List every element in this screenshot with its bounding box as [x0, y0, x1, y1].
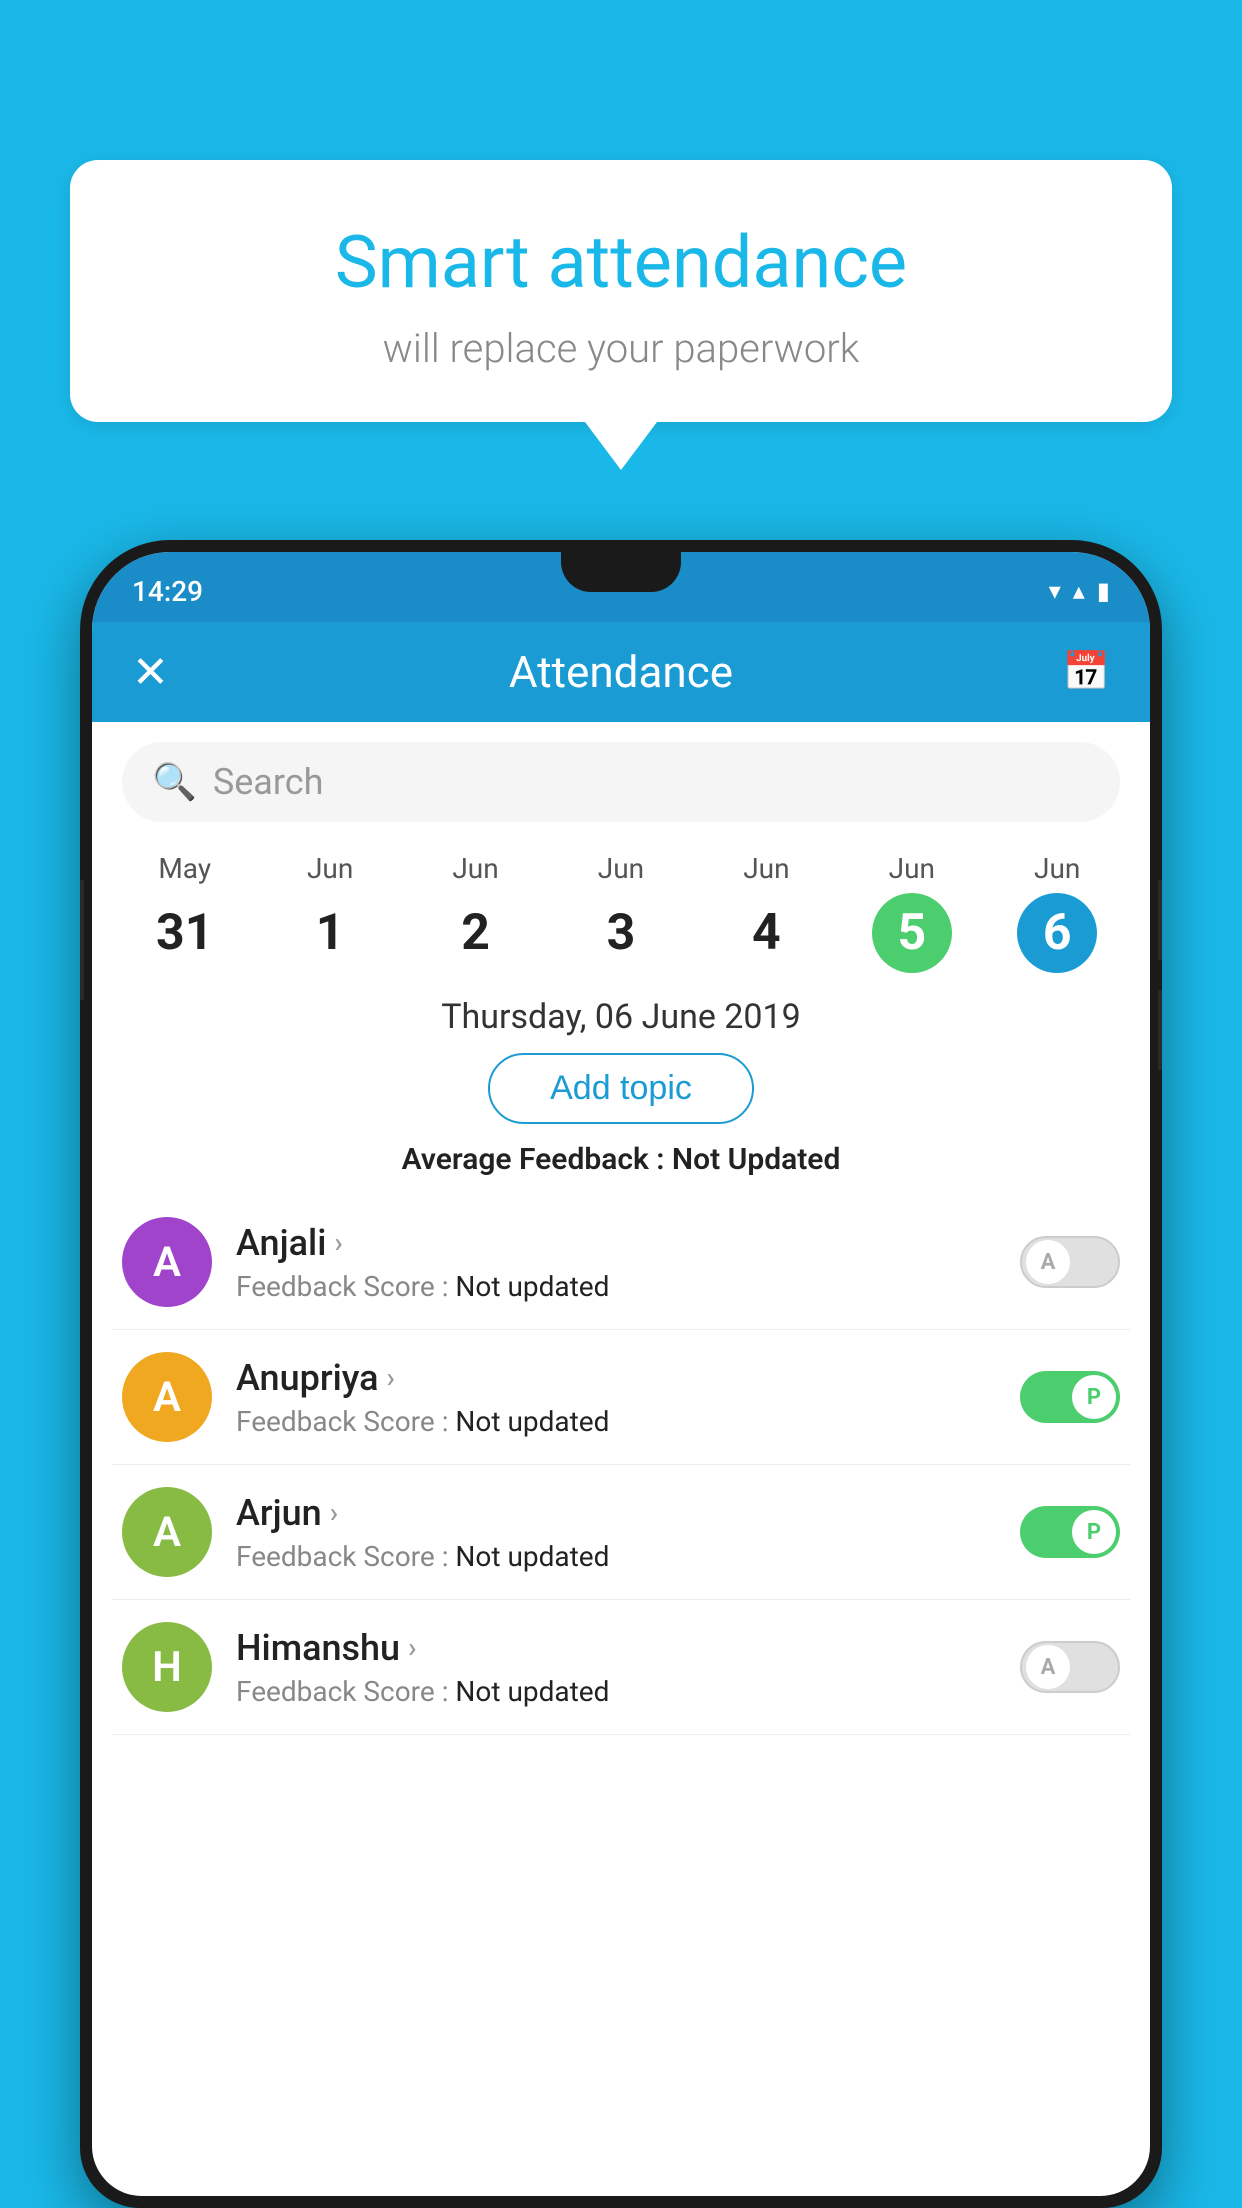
cal-month-2: Jun — [452, 852, 498, 885]
cal-month-0: May — [158, 852, 211, 885]
phone-notch — [561, 552, 681, 592]
close-button[interactable]: ✕ — [132, 646, 169, 698]
status-time: 14:29 — [132, 567, 203, 608]
calendar-row: May 31 Jun 1 Jun 2 Jun 3 Jun 4 Jun 5 Jun 6 — [92, 842, 1150, 973]
cal-date-0: 31 — [145, 893, 225, 973]
phone-frame: 14:29 ▾ ▴ ▮ ✕ Attendance 📅 🔍 Search May 3… — [80, 540, 1162, 2208]
attendance-toggle-arjun[interactable]: P — [1020, 1506, 1120, 1558]
toggle-knob-anupriya: P — [1072, 1375, 1116, 1419]
phone-screen: 14:29 ▾ ▴ ▮ ✕ Attendance 📅 🔍 Search May 3… — [92, 552, 1150, 2196]
attendance-toggle-himanshu[interactable]: A — [1020, 1641, 1120, 1693]
search-icon: 🔍 — [152, 761, 197, 803]
speech-bubble-container: Smart attendance will replace your paper… — [70, 160, 1172, 470]
signal-icon: ▴ — [1073, 577, 1085, 605]
app-header: ✕ Attendance 📅 — [92, 622, 1150, 722]
cal-date-6: 6 — [1017, 893, 1097, 973]
feedback-score: Not updated — [455, 1270, 609, 1303]
feedback-score: Not updated — [455, 1405, 609, 1438]
student-name-arjun: Arjun › — [236, 1492, 996, 1534]
attendance-toggle-anupriya[interactable]: P — [1020, 1371, 1120, 1423]
volume-button — [80, 880, 84, 1000]
student-item-anjali[interactable]: A Anjali › Feedback Score : Not updated A — [112, 1195, 1130, 1330]
cal-month-1: Jun — [307, 852, 353, 885]
battery-icon: ▮ — [1097, 577, 1110, 605]
student-name-anjali: Anjali › — [236, 1222, 996, 1264]
page-title: Attendance — [509, 646, 733, 698]
volume-down-button — [1158, 990, 1162, 1070]
student-list: AAnjali ›Feedback Score : Not updatedAAA… — [92, 1195, 1150, 1735]
student-feedback-anjali: Feedback Score : Not updated — [236, 1270, 996, 1303]
speech-bubble: Smart attendance will replace your paper… — [70, 160, 1172, 422]
cal-month-4: Jun — [743, 852, 789, 885]
speech-bubble-subtitle: will replace your paperwork — [130, 325, 1112, 372]
student-name-himanshu: Himanshu › — [236, 1627, 996, 1669]
calendar-day-4[interactable]: Jun 4 — [726, 852, 806, 973]
power-button — [1158, 880, 1162, 960]
wifi-icon: ▾ — [1049, 577, 1061, 605]
avatar-anjali: A — [122, 1217, 212, 1307]
student-feedback-anupriya: Feedback Score : Not updated — [236, 1405, 996, 1438]
student-item-anupriya[interactable]: A Anupriya › Feedback Score : Not updated P — [112, 1330, 1130, 1465]
avatar-arjun: A — [122, 1487, 212, 1577]
add-topic-button[interactable]: Add topic — [488, 1053, 754, 1124]
cal-date-1: 1 — [290, 893, 370, 973]
student-info-arjun: Arjun › Feedback Score : Not updated — [236, 1492, 996, 1573]
cal-date-4: 4 — [726, 893, 806, 973]
calendar-day-2[interactable]: Jun 2 — [436, 852, 516, 973]
toggle-knob-arjun: P — [1072, 1510, 1116, 1554]
calendar-day-1[interactable]: Jun 1 — [290, 852, 370, 973]
cal-date-5: 5 — [872, 893, 952, 973]
student-item-arjun[interactable]: A Arjun › Feedback Score : Not updated P — [112, 1465, 1130, 1600]
student-feedback-arjun: Feedback Score : Not updated — [236, 1540, 996, 1573]
toggle-container-anupriya: P — [1020, 1371, 1120, 1423]
avatar-himanshu: H — [122, 1622, 212, 1712]
student-name-anupriya: Anupriya › — [236, 1357, 996, 1399]
attendance-toggle-anjali[interactable]: A — [1020, 1236, 1120, 1288]
feedback-score: Not updated — [455, 1675, 609, 1708]
toggle-container-himanshu: A — [1020, 1641, 1120, 1693]
speech-bubble-title: Smart attendance — [130, 220, 1112, 305]
chevron-icon: › — [330, 1496, 338, 1529]
calendar-day-5[interactable]: Jun 5 — [872, 852, 952, 973]
cal-month-5: Jun — [889, 852, 935, 885]
student-item-himanshu[interactable]: H Himanshu › Feedback Score : Not updated A — [112, 1600, 1130, 1735]
cal-month-3: Jun — [598, 852, 644, 885]
avatar-anupriya: A — [122, 1352, 212, 1442]
search-input[interactable]: Search — [213, 761, 324, 803]
search-bar[interactable]: 🔍 Search — [122, 742, 1120, 822]
toggle-container-anjali: A — [1020, 1236, 1120, 1288]
toggle-container-arjun: P — [1020, 1506, 1120, 1558]
chevron-icon: › — [334, 1226, 342, 1259]
student-feedback-himanshu: Feedback Score : Not updated — [236, 1675, 996, 1708]
feedback-value: Not Updated — [672, 1142, 840, 1177]
cal-date-2: 2 — [436, 893, 516, 973]
chevron-icon: › — [408, 1631, 416, 1664]
calendar-day-31[interactable]: May 31 — [145, 852, 225, 973]
cal-date-3: 3 — [581, 893, 661, 973]
calendar-day-6[interactable]: Jun 6 — [1017, 852, 1097, 973]
status-icons: ▾ ▴ ▮ — [1049, 569, 1110, 605]
feedback-score: Not updated — [455, 1540, 609, 1573]
calendar-day-3[interactable]: Jun 3 — [581, 852, 661, 973]
cal-month-6: Jun — [1034, 852, 1080, 885]
student-info-anupriya: Anupriya › Feedback Score : Not updated — [236, 1357, 996, 1438]
student-info-anjali: Anjali › Feedback Score : Not updated — [236, 1222, 996, 1303]
toggle-knob-anjali: A — [1026, 1240, 1070, 1284]
chevron-icon: › — [387, 1361, 395, 1394]
selected-date-label: Thursday, 06 June 2019 — [92, 997, 1150, 1037]
feedback-label: Average Feedback : — [402, 1142, 672, 1177]
student-info-himanshu: Himanshu › Feedback Score : Not updated — [236, 1627, 996, 1708]
speech-bubble-arrow — [585, 422, 657, 470]
calendar-icon[interactable]: 📅 — [1063, 650, 1110, 694]
average-feedback: Average Feedback : Not Updated — [92, 1142, 1150, 1177]
toggle-knob-himanshu: A — [1026, 1645, 1070, 1689]
